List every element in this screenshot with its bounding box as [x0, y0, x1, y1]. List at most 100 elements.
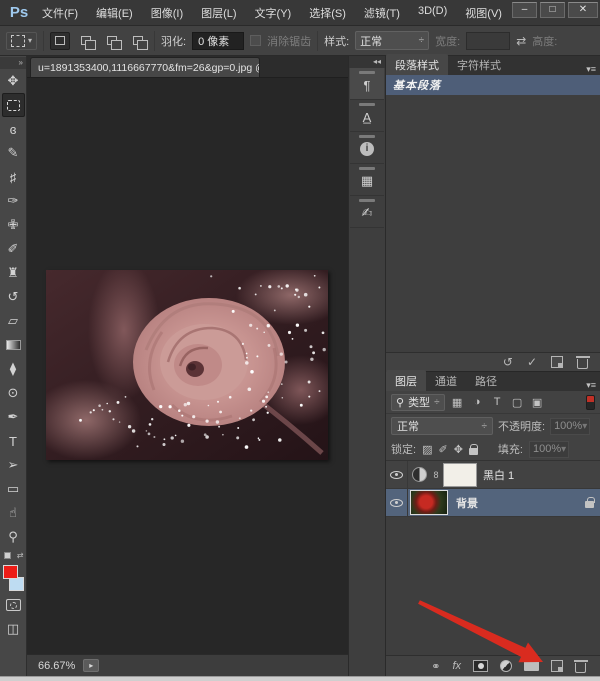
notes-panel-button[interactable]: ✍: [350, 196, 384, 228]
layer-style-button[interactable]: fx: [452, 660, 461, 672]
fill-value[interactable]: 100% ▾: [529, 441, 569, 458]
quick-selection-tool[interactable]: ✎: [2, 141, 25, 165]
menu-file[interactable]: 文件(F): [34, 2, 86, 24]
history-brush-tool[interactable]: ↺: [2, 285, 25, 309]
adjustment-layer-icon[interactable]: [412, 467, 427, 482]
swap-colors-icon[interactable]: ⇄: [17, 551, 24, 560]
add-layer-mask-button[interactable]: [473, 660, 488, 672]
layer-mask-thumbnail[interactable]: [443, 463, 477, 487]
zoom-tool[interactable]: ⚲: [2, 525, 25, 549]
gradient-tool[interactable]: [2, 333, 25, 357]
close-button[interactable]: ✕: [568, 2, 598, 18]
filter-adjustment-layers-icon[interactable]: ◑: [470, 396, 485, 408]
shape-tool[interactable]: ▭: [2, 477, 25, 501]
dodge-tool[interactable]: ⊙: [2, 381, 25, 405]
menu-view[interactable]: 视图(V): [457, 2, 510, 24]
menu-filter[interactable]: 滤镜(T): [356, 2, 408, 24]
new-group-button[interactable]: [524, 661, 539, 671]
histogram-panel-button[interactable]: ▦: [350, 164, 384, 196]
basic-paragraph-item[interactable]: 基本段落: [386, 75, 600, 95]
selection-mode-new-button[interactable]: [50, 32, 70, 50]
spot-healing-brush-tool[interactable]: ✙: [2, 213, 25, 237]
foreground-color-swatch[interactable]: [3, 565, 18, 579]
document-tab[interactable]: u=1891353400,1116667770&fm=26&gp=0.jpg @…: [30, 57, 260, 77]
lock-paint-icon[interactable]: ✐: [438, 443, 447, 456]
filter-type-dropdown[interactable]: ⚲ 类型 ÷: [391, 394, 445, 411]
move-tool[interactable]: ✥: [2, 69, 25, 93]
layer-row-background[interactable]: 背景: [386, 489, 600, 517]
screen-mode-button[interactable]: ◫: [2, 617, 25, 641]
tab-channels[interactable]: 通道: [426, 370, 466, 391]
eyedropper-tool[interactable]: ✑: [2, 189, 25, 213]
path-selection-tool[interactable]: ➢: [2, 453, 25, 477]
layer-name[interactable]: 背景: [456, 495, 478, 511]
layer-thumbnail[interactable]: [410, 490, 448, 515]
redefine-style-icon[interactable]: ↺: [503, 355, 513, 369]
lock-move-icon[interactable]: ✥: [454, 443, 463, 456]
visibility-cell[interactable]: [386, 489, 408, 516]
selection-mode-add-button[interactable]: [76, 32, 96, 50]
new-style-button[interactable]: [551, 356, 563, 368]
minimize-button[interactable]: –: [512, 2, 537, 18]
maximize-button[interactable]: □: [540, 2, 565, 18]
menu-select[interactable]: 选择(S): [301, 2, 354, 24]
lock-transparency-icon[interactable]: ▨: [422, 443, 432, 456]
toolbar-collapse-button[interactable]: »: [0, 57, 26, 69]
tool-preset-picker[interactable]: ▾: [6, 32, 37, 50]
layers-list-empty-area[interactable]: [386, 517, 600, 655]
new-adjustment-layer-button[interactable]: [500, 660, 512, 672]
status-info-icon[interactable]: ▸: [83, 659, 99, 672]
tab-character-styles[interactable]: 字符样式: [448, 54, 510, 75]
dock-collapse-button[interactable]: ◂◂: [349, 56, 385, 68]
layer-row-black-white[interactable]: 8 黑白 1: [386, 461, 600, 489]
delete-style-button[interactable]: [577, 359, 588, 369]
style-dropdown[interactable]: 正常 ÷: [355, 31, 429, 50]
default-colors-control[interactable]: ⇄: [2, 551, 25, 563]
filter-shape-layers-icon[interactable]: ▢: [510, 396, 525, 409]
rectangular-marquee-tool[interactable]: [2, 93, 25, 117]
delete-layer-button[interactable]: [575, 663, 586, 673]
zoom-level[interactable]: 66.67%: [38, 660, 75, 672]
feather-input[interactable]: [192, 32, 244, 50]
canvas[interactable]: [27, 78, 348, 654]
visibility-cell[interactable]: [386, 461, 408, 488]
filter-smart-objects-icon[interactable]: ▣: [530, 396, 545, 409]
new-layer-button[interactable]: [551, 660, 563, 672]
lasso-tool[interactable]: ɞ: [2, 117, 25, 141]
tab-paths[interactable]: 路径: [466, 370, 506, 391]
quick-mask-button[interactable]: [2, 593, 25, 617]
menu-3d[interactable]: 3D(D): [410, 2, 455, 24]
swap-width-height-icon[interactable]: ⇄: [516, 34, 526, 48]
clone-stamp-tool[interactable]: ♜: [2, 261, 25, 285]
hand-tool[interactable]: ☝: [2, 501, 25, 525]
menu-type[interactable]: 文字(Y): [247, 2, 300, 24]
mask-link-icon[interactable]: 8: [431, 470, 441, 480]
paragraph-styles-panel-button[interactable]: ¶: [350, 68, 384, 100]
selection-mode-intersect-button[interactable]: [128, 32, 148, 50]
filter-type-layers-icon[interactable]: T: [490, 396, 505, 408]
crop-tool[interactable]: ♯: [2, 165, 25, 189]
panel-menu-icon[interactable]: ▾≡: [586, 380, 596, 391]
layer-name[interactable]: 黑白 1: [483, 467, 514, 483]
lock-all-icon[interactable]: [469, 448, 478, 455]
background-lock-icon[interactable]: [585, 501, 594, 508]
character-panel-button[interactable]: A̲: [350, 100, 384, 132]
brush-tool[interactable]: ✐: [2, 237, 25, 261]
menu-edit[interactable]: 编辑(E): [88, 2, 141, 24]
paragraph-styles-list[interactable]: [386, 95, 600, 352]
filter-toggle-switch[interactable]: [586, 395, 595, 410]
eraser-tool[interactable]: ▱: [2, 309, 25, 333]
antialias-checkbox[interactable]: [250, 35, 261, 46]
apply-style-icon[interactable]: ✓: [527, 355, 537, 369]
tab-layers[interactable]: 图层: [386, 370, 426, 391]
menu-layer[interactable]: 图层(L): [193, 2, 244, 24]
pen-tool[interactable]: ✒: [2, 405, 25, 429]
link-layers-button[interactable]: ⚭: [431, 660, 440, 673]
filter-pixel-layers-icon[interactable]: ▦: [450, 396, 465, 409]
menu-image[interactable]: 图像(I): [143, 2, 191, 24]
width-input[interactable]: [466, 32, 510, 50]
blur-tool[interactable]: ⧫: [2, 357, 25, 381]
tab-paragraph-styles[interactable]: 段落样式: [386, 54, 448, 75]
type-tool[interactable]: T: [2, 429, 25, 453]
info-panel-button[interactable]: i: [350, 132, 384, 164]
